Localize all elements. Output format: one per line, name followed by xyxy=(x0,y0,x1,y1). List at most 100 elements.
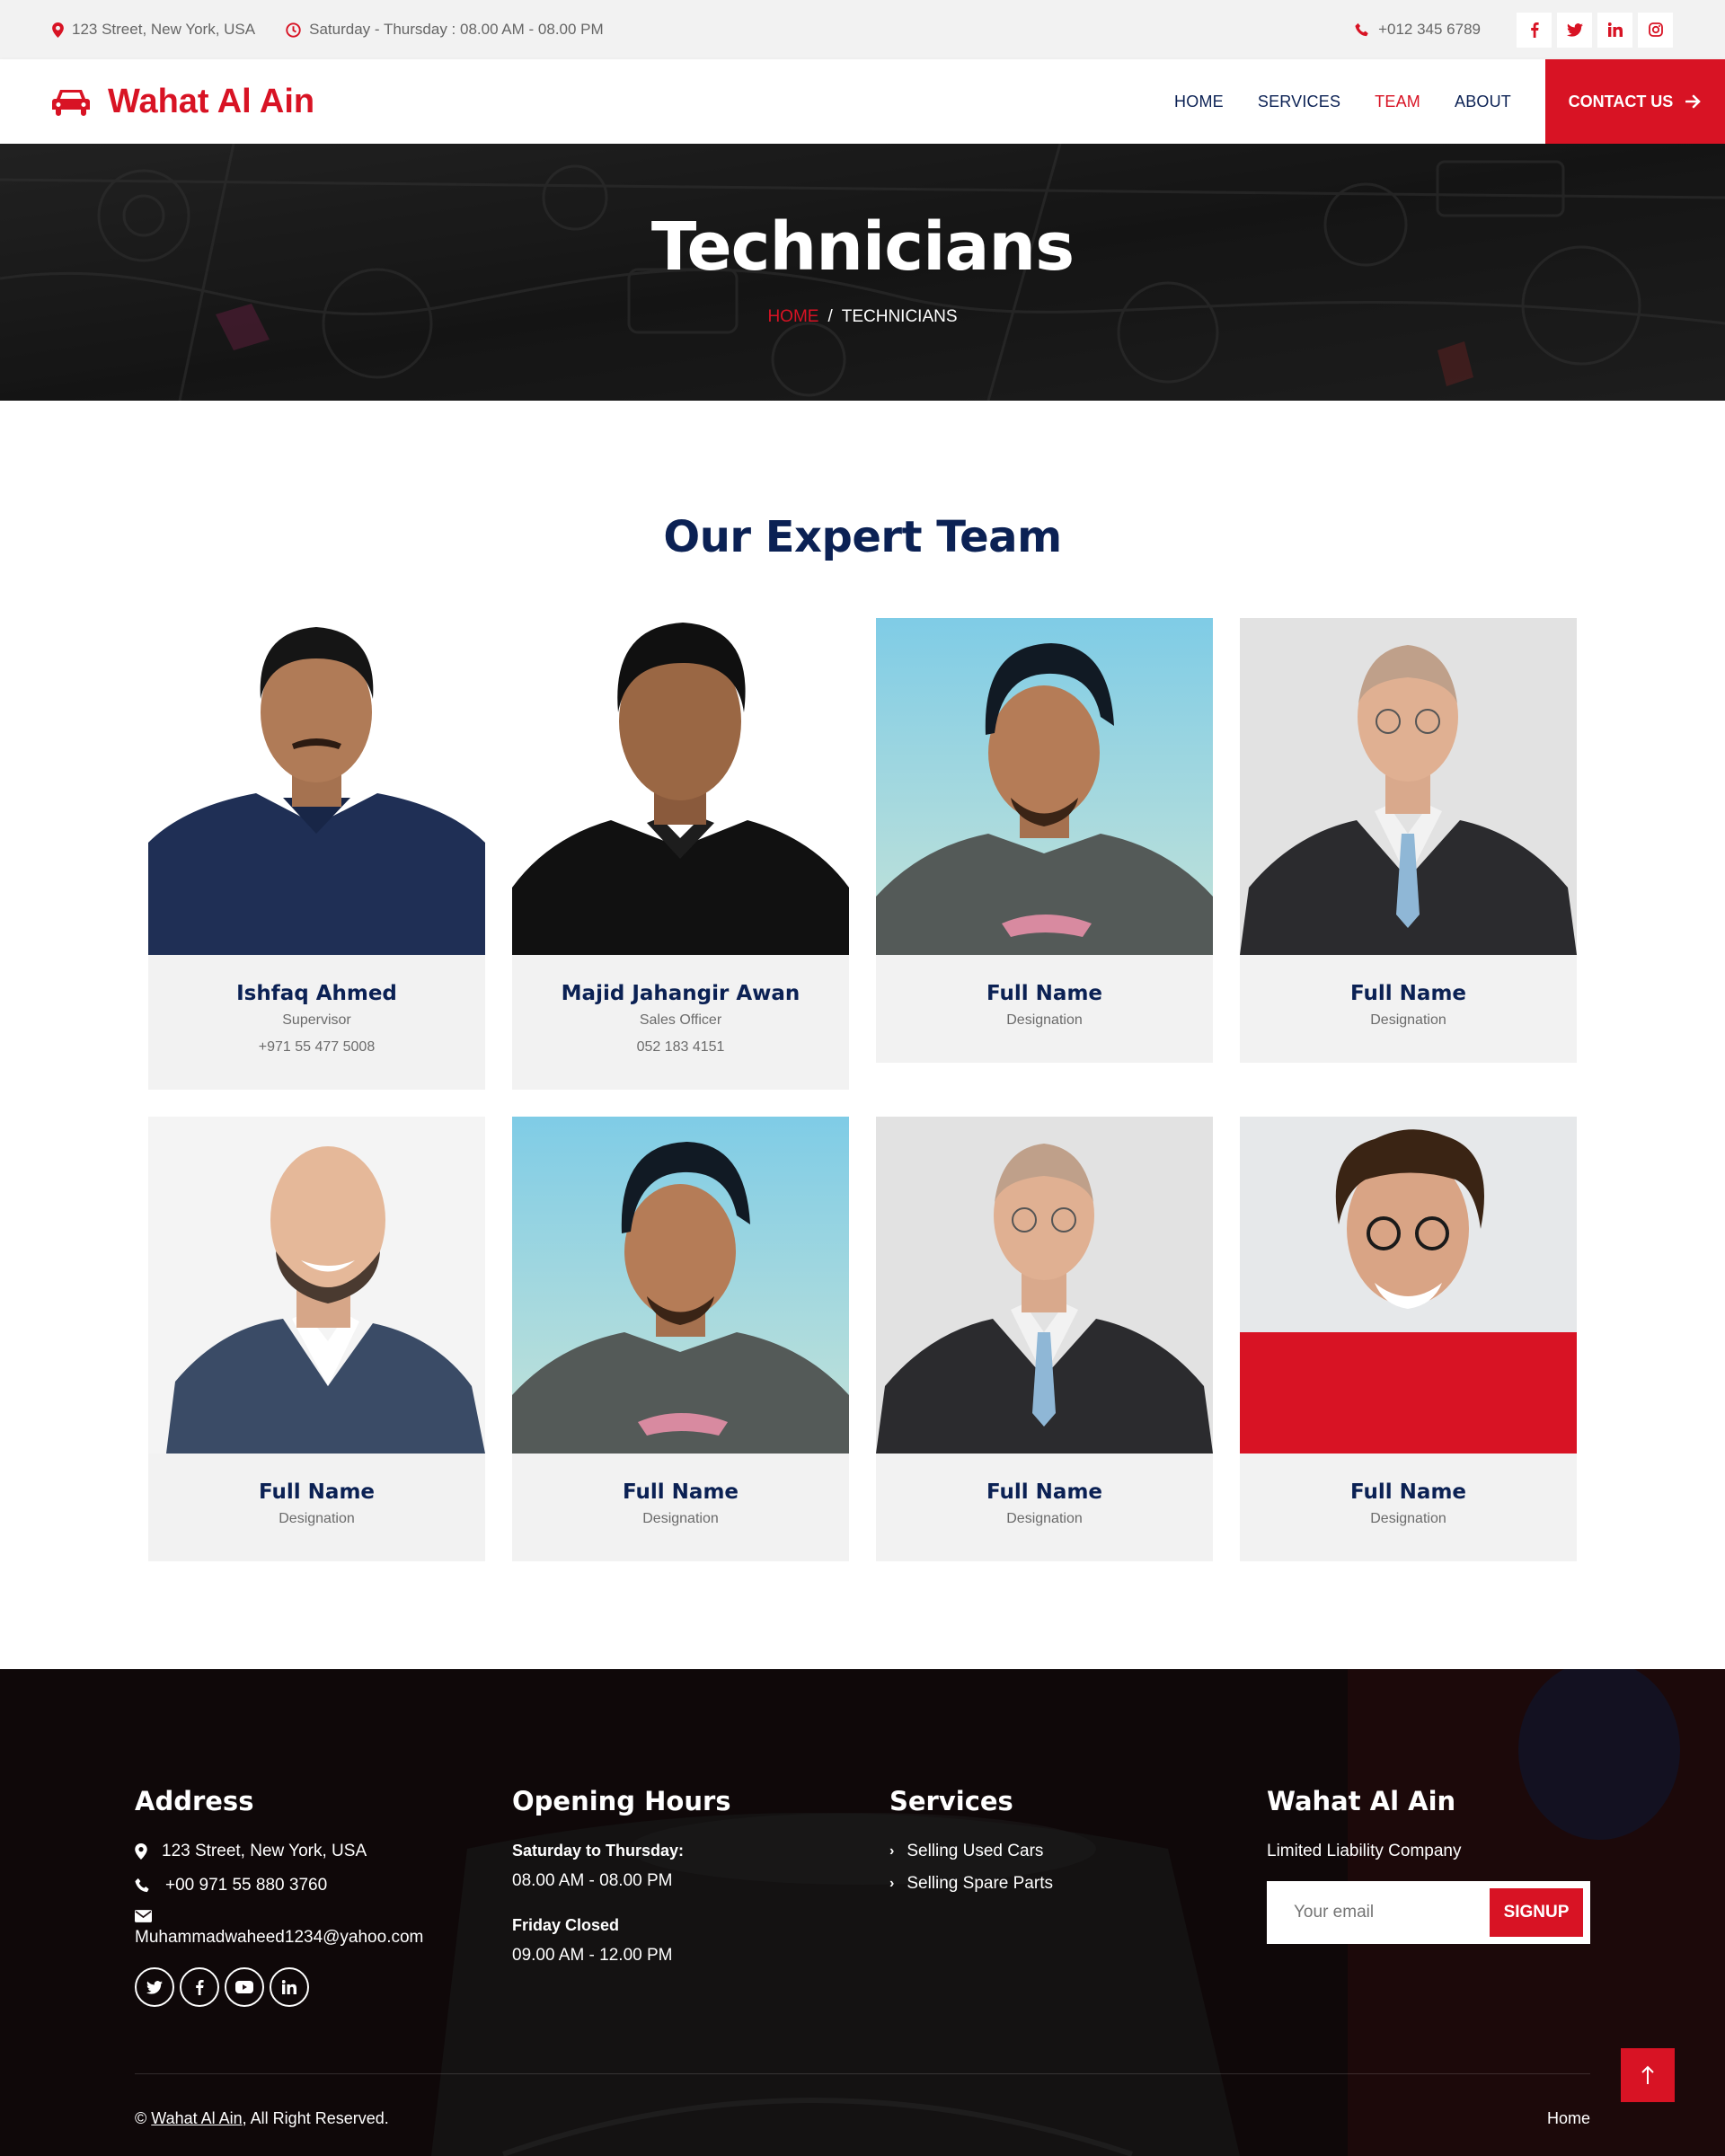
arrow-up-icon xyxy=(1641,2065,1654,2084)
footer-hours-column: Opening Hours Saturday to Thursday: 08.0… xyxy=(512,1786,889,2007)
team-member-name: Full Name xyxy=(622,1480,739,1504)
topbar-address: 123 Street, New York, USA xyxy=(52,21,255,39)
nav-menu: HOME SERVICES TEAM ABOUT CONTACT US xyxy=(1174,59,1725,144)
team-grid: Ishfaq Ahmed Supervisor +971 55 477 5008… xyxy=(148,618,1577,1561)
footer-services-column: Services › Selling Used Cars › Selling S… xyxy=(889,1786,1267,2007)
chevron-right-icon: › xyxy=(889,1876,895,1891)
team-member-name: Full Name xyxy=(986,1480,1103,1504)
footer-divider xyxy=(135,2073,1590,2074)
team-member-info: Ishfaq Ahmed Supervisor +971 55 477 5008 xyxy=(148,955,485,1090)
top-info-bar: 123 Street, New York, USA Saturday - Thu… xyxy=(0,0,1725,59)
team-member-info: Full Name Designation xyxy=(876,955,1213,1063)
team-section: Our Expert Team Ishfaq Ahmed Supervisor … xyxy=(0,401,1725,1669)
footer-services-heading: Services xyxy=(889,1786,1013,1816)
chevron-right-icon: › xyxy=(889,1843,895,1859)
youtube-icon xyxy=(235,1981,253,1993)
team-member-phone: +971 55 477 5008 xyxy=(258,1039,376,1055)
team-member-card[interactable]: Full Name Designation xyxy=(876,1117,1213,1561)
footer-phone-line[interactable]: +00 971 55 880 3760 xyxy=(135,1876,512,1895)
nav-services[interactable]: SERVICES xyxy=(1258,93,1340,111)
footer-friday-time: 09.00 AM - 12.00 PM xyxy=(512,1946,673,1965)
footer-hours-heading: Opening Hours xyxy=(512,1786,731,1816)
footer-email-line[interactable]: Muhammadwaheed1234@yahoo.com xyxy=(135,1910,512,1948)
page-header-content: Technicians HOME / TECHNICIANS xyxy=(0,144,1725,401)
team-member-photo xyxy=(1240,1117,1577,1454)
footer-youtube-link[interactable] xyxy=(225,1967,264,2007)
team-member-name: Full Name xyxy=(1349,982,1467,1005)
footer-service-link[interactable]: › Selling Used Cars xyxy=(889,1842,1267,1861)
topbar-phone[interactable]: +012 345 6789 xyxy=(1355,21,1481,39)
footer-email-text: Muhammadwaheed1234@yahoo.com xyxy=(135,1928,424,1947)
team-member-photo xyxy=(148,1117,485,1454)
page-header-banner: Technicians HOME / TECHNICIANS xyxy=(0,144,1725,401)
topbar-phone-text: +012 345 6789 xyxy=(1378,21,1481,38)
back-to-top-button[interactable] xyxy=(1621,2048,1675,2102)
copyright-suffix: , All Right Reserved. xyxy=(242,2109,389,2127)
footer-twitter-link[interactable] xyxy=(135,1967,174,2007)
phone-icon xyxy=(1355,22,1368,36)
map-marker-icon xyxy=(52,22,64,38)
team-member-card[interactable]: Majid Jahangir Awan Sales Officer 052 18… xyxy=(512,618,849,1090)
site-footer: Address 123 Street, New York, USA +00 97… xyxy=(0,1669,1725,2156)
team-member-card[interactable]: Full Name Designation xyxy=(1240,618,1577,1063)
nav-team[interactable]: TEAM xyxy=(1375,93,1420,111)
team-heading: Our Expert Team xyxy=(663,512,1062,562)
team-member-card[interactable]: Full Name Designation xyxy=(876,618,1213,1063)
breadcrumb-home-link[interactable]: HOME xyxy=(767,307,818,327)
linkedin-icon xyxy=(1607,22,1623,37)
topbar-instagram-link[interactable] xyxy=(1638,12,1673,48)
phone-icon xyxy=(135,1878,149,1893)
newsletter-email-input[interactable] xyxy=(1294,1903,1473,1922)
team-member-card[interactable]: Full Name Designation xyxy=(148,1117,485,1561)
team-member-info: Full Name Designation xyxy=(1240,955,1577,1063)
breadcrumb-separator: / xyxy=(827,307,833,326)
topbar-linkedin-link[interactable] xyxy=(1597,12,1632,48)
team-member-photo xyxy=(512,1117,849,1454)
team-member-card[interactable]: Full Name Designation xyxy=(1240,1117,1577,1561)
footer-facebook-link[interactable] xyxy=(180,1967,219,2007)
envelope-icon xyxy=(135,1910,152,1922)
team-member-photo xyxy=(876,1117,1213,1454)
footer-company-heading: Wahat Al Ain xyxy=(1267,1786,1456,1816)
team-member-photo xyxy=(1240,618,1577,955)
footer-hours-days: Saturday to Thursday: xyxy=(512,1842,685,1860)
footer-address-column: Address 123 Street, New York, USA +00 97… xyxy=(135,1786,512,2007)
breadcrumb-current: TECHNICIANS xyxy=(841,307,958,326)
brand-logo-link[interactable]: Wahat Al Ain xyxy=(0,83,314,121)
team-member-name: Full Name xyxy=(986,982,1103,1005)
brand-name: Wahat Al Ain xyxy=(108,82,315,120)
team-member-card[interactable]: Ishfaq Ahmed Supervisor +971 55 477 5008 xyxy=(148,618,485,1090)
copyright-brand-link[interactable]: Wahat Al Ain xyxy=(151,2109,242,2127)
breadcrumb: HOME / TECHNICIANS xyxy=(767,307,957,327)
facebook-icon xyxy=(1530,22,1539,38)
linkedin-icon xyxy=(282,1980,296,1994)
team-member-card[interactable]: Full Name Designation xyxy=(512,1117,849,1561)
topbar-hours: Saturday - Thursday : 08.00 AM - 08.00 P… xyxy=(286,21,604,39)
team-member-info: Full Name Designation xyxy=(876,1454,1213,1561)
footer-hours-time: 08.00 AM - 08.00 PM xyxy=(512,1871,673,1890)
topbar-twitter-link[interactable] xyxy=(1557,12,1592,48)
footer-home-link[interactable]: Home xyxy=(1547,2109,1590,2128)
main-navbar: Wahat Al Ain HOME SERVICES TEAM ABOUT CO… xyxy=(0,59,1725,144)
copyright-symbol: © xyxy=(135,2109,147,2127)
footer-phone-text: +00 971 55 880 3760 xyxy=(165,1876,328,1895)
footer-address-line: 123 Street, New York, USA xyxy=(135,1842,512,1861)
footer-address-heading: Address xyxy=(135,1786,254,1816)
facebook-icon xyxy=(196,1980,204,1995)
footer-service-label: Selling Used Cars xyxy=(907,1842,1044,1860)
team-member-photo xyxy=(876,618,1213,955)
footer-service-link[interactable]: › Selling Spare Parts xyxy=(889,1874,1267,1894)
footer-company-tagline: Limited Liability Company xyxy=(1267,1842,1462,1860)
nav-home[interactable]: HOME xyxy=(1174,93,1224,111)
contact-us-button[interactable]: CONTACT US xyxy=(1545,59,1725,144)
twitter-icon xyxy=(146,1980,163,1994)
team-member-name: Full Name xyxy=(258,1480,376,1504)
team-member-info: Majid Jahangir Awan Sales Officer 052 18… xyxy=(512,955,849,1090)
topbar-facebook-link[interactable] xyxy=(1517,12,1552,48)
nav-about[interactable]: ABOUT xyxy=(1455,93,1511,111)
team-member-role: Sales Officer xyxy=(639,1012,722,1028)
signup-button[interactable]: SIGNUP xyxy=(1490,1888,1583,1937)
footer-linkedin-link[interactable] xyxy=(270,1967,309,2007)
team-member-role: Supervisor xyxy=(282,1012,351,1028)
footer-address-text: 123 Street, New York, USA xyxy=(162,1842,367,1860)
